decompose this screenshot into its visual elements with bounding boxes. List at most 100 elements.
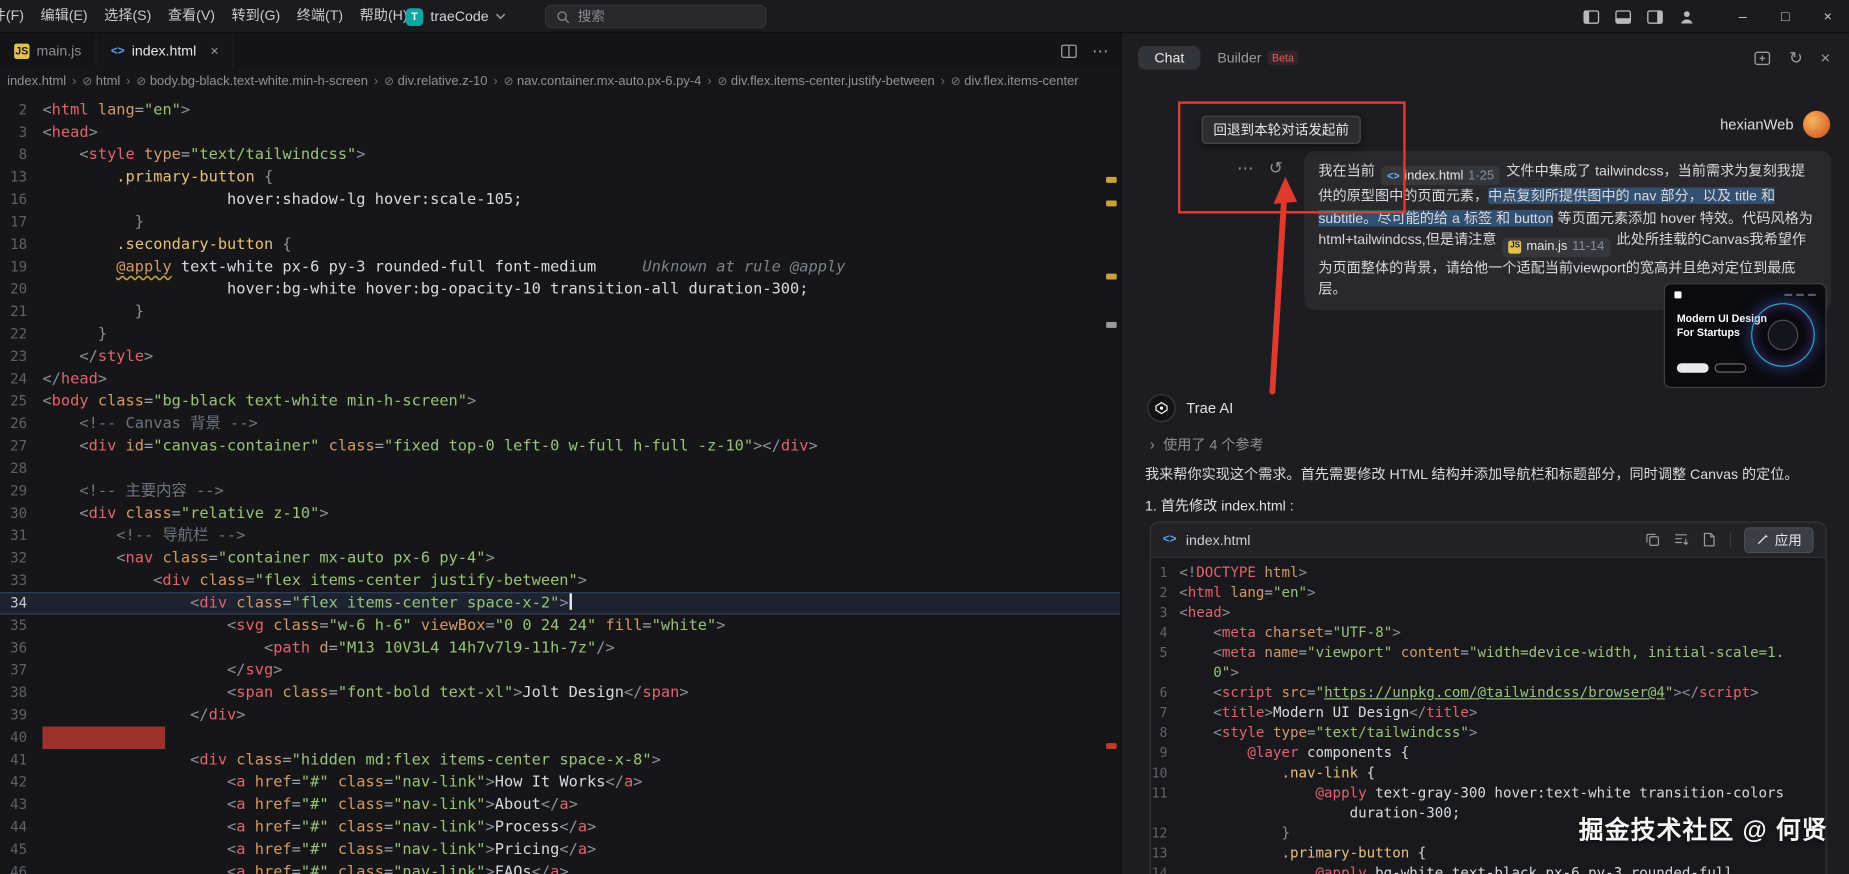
line-number[interactable]: 6 (1151, 683, 1179, 703)
line-number[interactable]: 40 (0, 727, 42, 749)
line-number[interactable]: 4 (1151, 623, 1179, 643)
close-tab-icon[interactable]: × (210, 42, 218, 59)
breadcrumb-item[interactable]: ⊘ html (82, 74, 120, 88)
toggle-sidebar-left-icon[interactable] (1582, 8, 1600, 26)
overview-ruler[interactable] (1104, 94, 1121, 874)
code-line[interactable]: 33 <div class="flex items-center justify… (0, 570, 1120, 592)
code-line[interactable]: 4 <meta charset="UTF-8"> (1151, 623, 1826, 643)
line-number[interactable]: 30 (0, 502, 42, 524)
editor-more-actions-icon[interactable]: ⋯ (1092, 41, 1109, 61)
insert-code-icon[interactable] (1673, 532, 1689, 547)
line-number[interactable]: 28 (0, 458, 42, 480)
line-number[interactable]: 21 (0, 301, 42, 323)
history-icon[interactable]: ↻ (1789, 48, 1803, 68)
close-window-button[interactable]: × (1807, 0, 1849, 33)
line-number[interactable]: 7 (1151, 703, 1179, 723)
code-line[interactable]: 21 } (0, 301, 1120, 323)
line-number[interactable]: 23 (0, 346, 42, 368)
global-search[interactable]: 搜索 (544, 4, 767, 29)
line-number[interactable]: 46 (0, 861, 42, 874)
tab-chat[interactable]: Chat (1137, 46, 1201, 70)
code-line[interactable]: 2 <html lang="en"> (1151, 583, 1826, 603)
split-editor-icon[interactable] (1060, 42, 1078, 60)
breadcrumb-item[interactable]: ⊘ body.bg-black.text-white.min-h-screen (136, 74, 368, 88)
line-number[interactable]: 5 (1151, 643, 1179, 663)
code-line[interactable]: 38 <span class="font-bold text-xl">Jolt … (0, 682, 1120, 704)
breadcrumb-item[interactable]: ⊘ nav.container.mx-auto.px-6.py-4 (504, 74, 702, 88)
line-number[interactable]: 41 (0, 749, 42, 771)
line-number[interactable]: 1 (1151, 563, 1179, 583)
code-line[interactable]: 19 @apply text-white px-6 py-3 rounded-f… (0, 256, 1120, 278)
line-number[interactable]: 20 (0, 278, 42, 300)
code-line[interactable]: 28 (0, 458, 1120, 480)
line-number[interactable]: 12 (1151, 823, 1179, 843)
line-number[interactable]: 13 (1151, 843, 1179, 863)
tab-index-html[interactable]: <> index.html × (96, 33, 234, 69)
line-number[interactable]: 26 (0, 413, 42, 435)
line-number[interactable]: 22 (0, 323, 42, 345)
code-line[interactable]: 18 .secondary-button { (0, 234, 1120, 256)
menu-item[interactable]: 转到(G) (223, 0, 288, 32)
reference-image-thumbnail[interactable]: Modern UI Design For Startups (1663, 283, 1827, 389)
breadcrumb-item[interactable]: ⊘ div.relative.z-10 (384, 74, 487, 88)
account-icon[interactable] (1678, 8, 1696, 26)
code-line[interactable]: 8 <style type="text/tailwindcss"> (1151, 723, 1826, 743)
code-line[interactable]: 25 <body class="bg-black text-white min-h… (0, 390, 1120, 412)
line-number[interactable]: 2 (0, 99, 42, 121)
code-line[interactable]: 24 </head> (0, 368, 1120, 390)
breadcrumb-item[interactable]: ⊘ div.flex.items-center.justify-between (717, 74, 934, 88)
line-number[interactable]: 37 (0, 659, 42, 681)
code-line[interactable]: 30 <div class="relative z-10"> (0, 502, 1120, 524)
copy-icon[interactable] (1645, 532, 1660, 547)
line-number[interactable]: 19 (0, 256, 42, 278)
line-number[interactable]: 8 (1151, 723, 1179, 743)
line-number[interactable]: 24 (0, 368, 42, 390)
line-number[interactable]: 38 (0, 682, 42, 704)
line-number[interactable]: 29 (0, 480, 42, 502)
new-chat-icon[interactable] (1754, 49, 1772, 67)
code-line[interactable]: 5 <meta name="viewport" content="width=d… (1151, 643, 1826, 663)
maximize-button[interactable]: □ (1764, 0, 1806, 33)
line-number[interactable]: 14 (1151, 863, 1179, 874)
code-line[interactable]: 9 @layer components { (1151, 743, 1826, 763)
menu-item[interactable]: 选择(S) (96, 0, 160, 32)
line-number[interactable]: 45 (0, 839, 42, 861)
line-number[interactable]: 18 (0, 234, 42, 256)
line-number[interactable]: 3 (1151, 603, 1179, 623)
line-number[interactable]: 17 (0, 211, 42, 233)
close-panel-icon[interactable]: × (1820, 48, 1830, 67)
code-line[interactable]: 41 <div class="hidden md:flex items-cent… (0, 749, 1120, 771)
code-line[interactable]: 13 .primary-button { (0, 166, 1120, 188)
line-number[interactable]: 10 (1151, 763, 1179, 783)
line-number[interactable]: 31 (0, 525, 42, 547)
code-line[interactable]: 6 <script src="https://unpkg.com/@tailwi… (1151, 683, 1826, 703)
code-line[interactable]: 22 } (0, 323, 1120, 345)
code-line[interactable]: 0"> (1151, 663, 1826, 683)
code-line[interactable]: 34 <div class="flex items-center space-x… (0, 592, 1121, 615)
code-editor[interactable]: 2 <html lang="en"> 3 <head> 8 <style type="t… (0, 94, 1121, 874)
menu-item[interactable]: 编辑(E) (32, 0, 96, 32)
create-file-icon[interactable] (1702, 532, 1717, 547)
code-line[interactable]: 44 <a href="#" class="nav-link">Process<… (0, 816, 1120, 838)
tab-main-js[interactable]: JS main.js (0, 33, 97, 69)
line-number[interactable]: 32 (0, 547, 42, 569)
line-number[interactable]: 25 (0, 390, 42, 412)
line-number[interactable]: 39 (0, 704, 42, 726)
menu-item[interactable]: 文件(F) (0, 0, 32, 32)
code-reference-chip[interactable]: JS main.js 11-14 (1502, 238, 1611, 257)
line-number[interactable]: 44 (0, 816, 42, 838)
line-number[interactable] (1151, 663, 1179, 683)
line-number[interactable]: 43 (0, 794, 42, 816)
code-line[interactable]: 35 <svg class="w-6 h-6" viewBox="0 0 24 … (0, 615, 1120, 637)
code-line[interactable]: 20 hover:bg-white hover:bg-opacity-10 tr… (0, 278, 1120, 300)
breadcrumb-item[interactable]: index.html (7, 74, 66, 88)
line-number[interactable]: 33 (0, 570, 42, 592)
line-number[interactable]: 36 (0, 637, 42, 659)
line-number[interactable]: 42 (0, 771, 42, 793)
menu-item[interactable]: 查看(V) (160, 0, 224, 32)
menu-item[interactable]: 终端(T) (288, 0, 351, 32)
minimize-button[interactable]: – (1722, 0, 1764, 33)
code-line[interactable]: 46 <a href="#" class="nav-link">FAQs</a> (0, 861, 1120, 874)
breadcrumb-item[interactable]: ⊘ div.flex.items-center (951, 74, 1079, 88)
line-number[interactable]: 13 (0, 166, 42, 188)
